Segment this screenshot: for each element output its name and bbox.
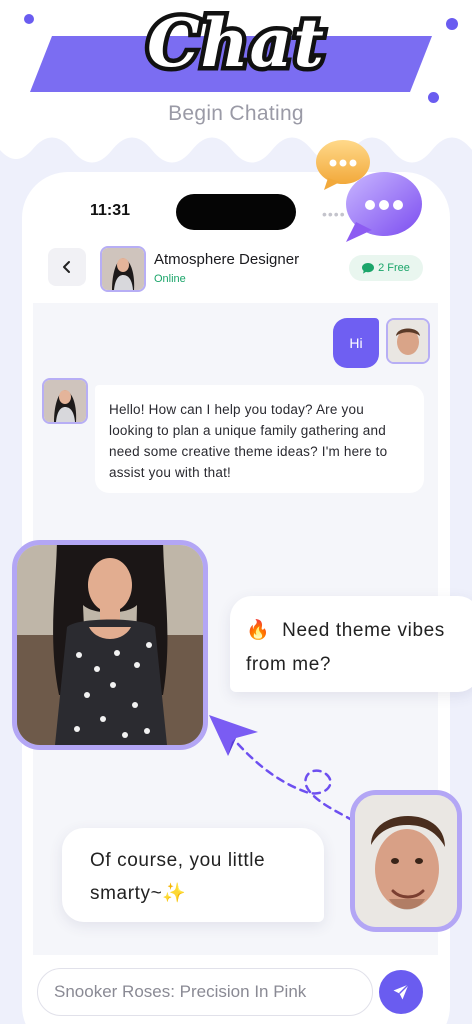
man-photo xyxy=(350,790,462,932)
purple-chat-bubble-icon xyxy=(346,172,422,242)
dynamic-island xyxy=(176,194,296,230)
paper-plane-icon xyxy=(393,984,409,1000)
chat-bubble-icon xyxy=(362,262,375,274)
man-photo-illustration xyxy=(355,795,457,927)
contact-name: Atmosphere Designer xyxy=(154,251,300,268)
user-avatar xyxy=(386,318,430,364)
message-input[interactable] xyxy=(37,968,373,1016)
back-button[interactable] xyxy=(48,248,86,286)
free-badge-label: 2 Free xyxy=(378,262,410,274)
user-message-bubble: Hi xyxy=(333,318,379,368)
send-button[interactable] xyxy=(379,970,423,1014)
chevron-left-icon xyxy=(63,261,70,273)
status-time: 11:31 xyxy=(90,202,131,219)
woman-avatar-icon xyxy=(44,380,86,422)
hero-title: Chat xyxy=(143,0,329,87)
free-messages-badge[interactable]: 2 Free xyxy=(349,255,423,281)
woman-photo xyxy=(12,540,208,750)
fire-emoji-icon: 🔥 xyxy=(246,620,271,641)
paper-airplane-icon xyxy=(209,715,354,822)
sparkle-emoji-icon: ✨ xyxy=(162,883,187,904)
floating-bubble-smarty: Of course, you little smarty~✨ xyxy=(62,828,324,922)
man-avatar-icon xyxy=(388,320,428,362)
woman-photo-illustration xyxy=(17,545,203,745)
bot-message-bubble: Hello! How can I help you today? Are you… xyxy=(95,385,424,493)
contact-status: Online xyxy=(154,273,186,285)
woman-avatar-icon xyxy=(102,248,144,290)
contact-avatar[interactable] xyxy=(100,246,146,292)
hero-subtitle: Begin Chating xyxy=(168,102,304,125)
bot-avatar xyxy=(42,378,88,424)
floating-bubble-theme-vibes: 🔥 Need theme vibes from me? xyxy=(230,596,472,692)
floating-bubble-text: Need theme vibes from me? xyxy=(246,620,445,675)
